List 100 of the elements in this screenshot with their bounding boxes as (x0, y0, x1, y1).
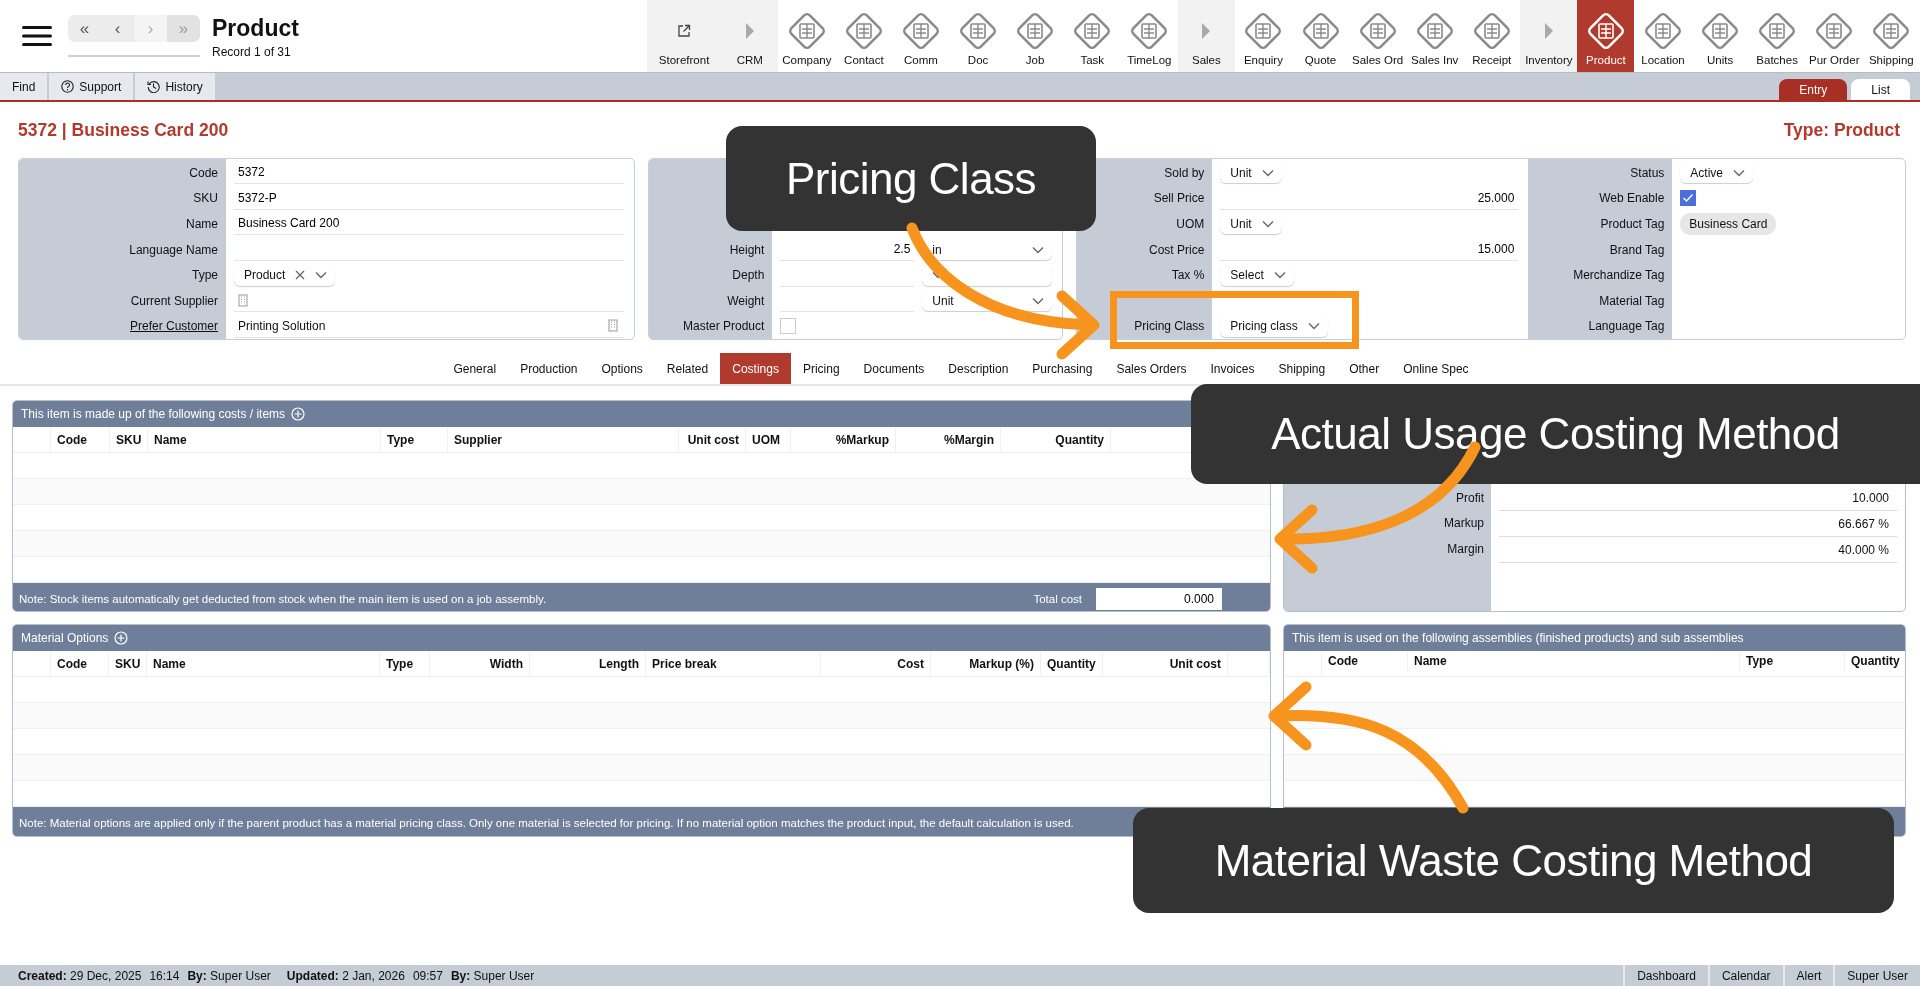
summary-value: 40.000 % (1838, 542, 1889, 557)
module-button[interactable]: Company (778, 0, 836, 72)
module-button[interactable]: TimeLog (1120, 0, 1178, 72)
module-button[interactable]: Storefront (647, 0, 722, 72)
field-label: Language Name (129, 242, 218, 257)
dropdown[interactable]: Pricing class (1220, 315, 1328, 337)
module-button[interactable]: Product (1577, 0, 1635, 72)
dropdown[interactable]: in (922, 239, 1053, 261)
column-header: Name (1414, 653, 1447, 668)
section-tab[interactable]: Description (936, 353, 1021, 384)
section-tab[interactable]: Sales Orders (1104, 353, 1199, 384)
section-tab[interactable]: Online Spec (1391, 353, 1481, 384)
view-tab[interactable]: List (1851, 79, 1910, 100)
section-tab[interactable]: General (441, 353, 509, 384)
chevron-down-icon (1032, 245, 1045, 254)
section-tab[interactable]: Documents (851, 353, 937, 384)
module-button[interactable]: Pur Order (1805, 0, 1863, 72)
section-tab[interactable]: Invoices (1198, 353, 1267, 384)
section-tab[interactable]: Pricing (790, 353, 852, 384)
lookup-field[interactable]: Printing Solution (234, 314, 625, 338)
note-text: Note: Material options are applied only if the parent product has a material pricing class. Only one material is selected for pricing. If no material option matches the product input, the default calculation is used. (19, 816, 1075, 829)
field-label: Weight (727, 293, 765, 308)
help-icon (61, 80, 75, 93)
section-tab[interactable]: Related (654, 353, 721, 384)
module-button[interactable]: Enquiry (1234, 0, 1292, 72)
footer-link[interactable]: Dashboard (1623, 965, 1708, 986)
add-button[interactable] (291, 407, 306, 421)
record-nav-button[interactable]: ‹ (101, 15, 134, 42)
callout-label: Pricing Class (726, 126, 1096, 231)
footer-link[interactable]: Calendar (1707, 965, 1783, 986)
module-button[interactable]: Doc (949, 0, 1007, 72)
record-nav-button[interactable]: « (68, 15, 101, 42)
column-header: Name (153, 656, 186, 671)
section-tab[interactable]: Shipping (1266, 353, 1338, 384)
summary-value: 66.667 % (1838, 516, 1889, 531)
module-button[interactable]: Inventory (1520, 0, 1578, 72)
section-tab[interactable]: Other (1337, 353, 1392, 384)
module-button[interactable]: Quote (1292, 0, 1350, 72)
footer-info: By: Super User (450, 968, 535, 983)
field-label: Type (192, 268, 218, 283)
view-tab[interactable]: Entry (1779, 79, 1848, 100)
field-label: Brand Tag (1609, 242, 1665, 257)
field-label: Language Tag (1588, 319, 1665, 334)
callout-label: Actual Usage Costing Method (1191, 384, 1920, 484)
summary-label: Markup (1444, 516, 1484, 531)
module-button[interactable]: Task (1063, 0, 1121, 72)
module-button[interactable]: Sales Inv (1406, 0, 1464, 72)
section-tab[interactable]: Production (508, 353, 590, 384)
footer-link[interactable]: Super User (1833, 965, 1920, 986)
module-button[interactable]: Batches (1748, 0, 1806, 72)
toolbar-button[interactable]: Support (49, 73, 134, 100)
check-icon (1682, 193, 1695, 204)
field-label: Merchandize Tag (1573, 268, 1665, 283)
panel-title: This item is made up of the following costs / items (21, 407, 286, 421)
section-tab[interactable]: Purchasing (1020, 353, 1105, 384)
caret-right-icon (1543, 23, 1554, 39)
dropdown[interactable]: Select (1220, 264, 1294, 286)
column-header: Supplier (454, 432, 502, 447)
field-label: Height (729, 242, 765, 257)
dropdown[interactable]: Product (234, 264, 336, 286)
note-text: Note: Stock items automatically get deducted from stock when the main item is used on a job assembly. (19, 592, 548, 605)
module-button[interactable]: Sales Ord (1349, 0, 1407, 72)
field-label: Cost Price (1149, 242, 1205, 257)
tag-chip[interactable]: Business Card (1680, 213, 1777, 235)
column-header: Width (489, 656, 523, 671)
section-tab[interactable]: Options (589, 353, 655, 384)
module-button[interactable]: Location (1634, 0, 1692, 72)
module-button[interactable]: CRM (721, 0, 779, 72)
history-icon (147, 80, 161, 93)
footer-info: Updated: 2 Jan, 2026 (286, 968, 405, 983)
dropdown[interactable]: Unit (1220, 213, 1282, 235)
total-field[interactable]: 0.000 (1096, 587, 1222, 610)
section-tab[interactable]: Costings (720, 353, 791, 384)
column-header: Quantity (1055, 432, 1104, 447)
field-link[interactable]: Prefer Customer (129, 319, 218, 334)
record-type: Type: Product (1783, 119, 1900, 141)
module-button[interactable]: Comm (892, 0, 950, 72)
toolbar-button[interactable]: History (135, 73, 215, 100)
panel-title: Material Options (21, 631, 109, 645)
module-button[interactable]: Units (1691, 0, 1749, 72)
module-button[interactable]: Job (1006, 0, 1064, 72)
column-header: %Markup (835, 432, 889, 447)
module-button[interactable]: Shipping (1862, 0, 1920, 72)
dropdown[interactable]: Active (1680, 162, 1754, 184)
checkbox[interactable] (780, 318, 797, 335)
module-button[interactable]: Receipt (1463, 0, 1521, 72)
footer-info: By: Super User (187, 968, 271, 983)
field-label: Web Enable (1599, 191, 1665, 206)
record-title: 5372 | Business Card 200 (18, 119, 229, 141)
add-button[interactable] (114, 631, 129, 645)
field-label: SKU (193, 191, 218, 206)
dropdown[interactable]: Unit (1220, 162, 1282, 184)
module-button[interactable]: Contact (835, 0, 893, 72)
column-header: SKU (116, 432, 142, 447)
toolbar-button[interactable]: Find (0, 73, 48, 100)
footer-link[interactable]: Alert (1782, 965, 1834, 986)
field-label: UOM (1176, 217, 1205, 231)
module-button[interactable]: Sales (1177, 0, 1235, 72)
checkbox[interactable] (1680, 190, 1697, 207)
field-label: Master Product (683, 319, 765, 334)
